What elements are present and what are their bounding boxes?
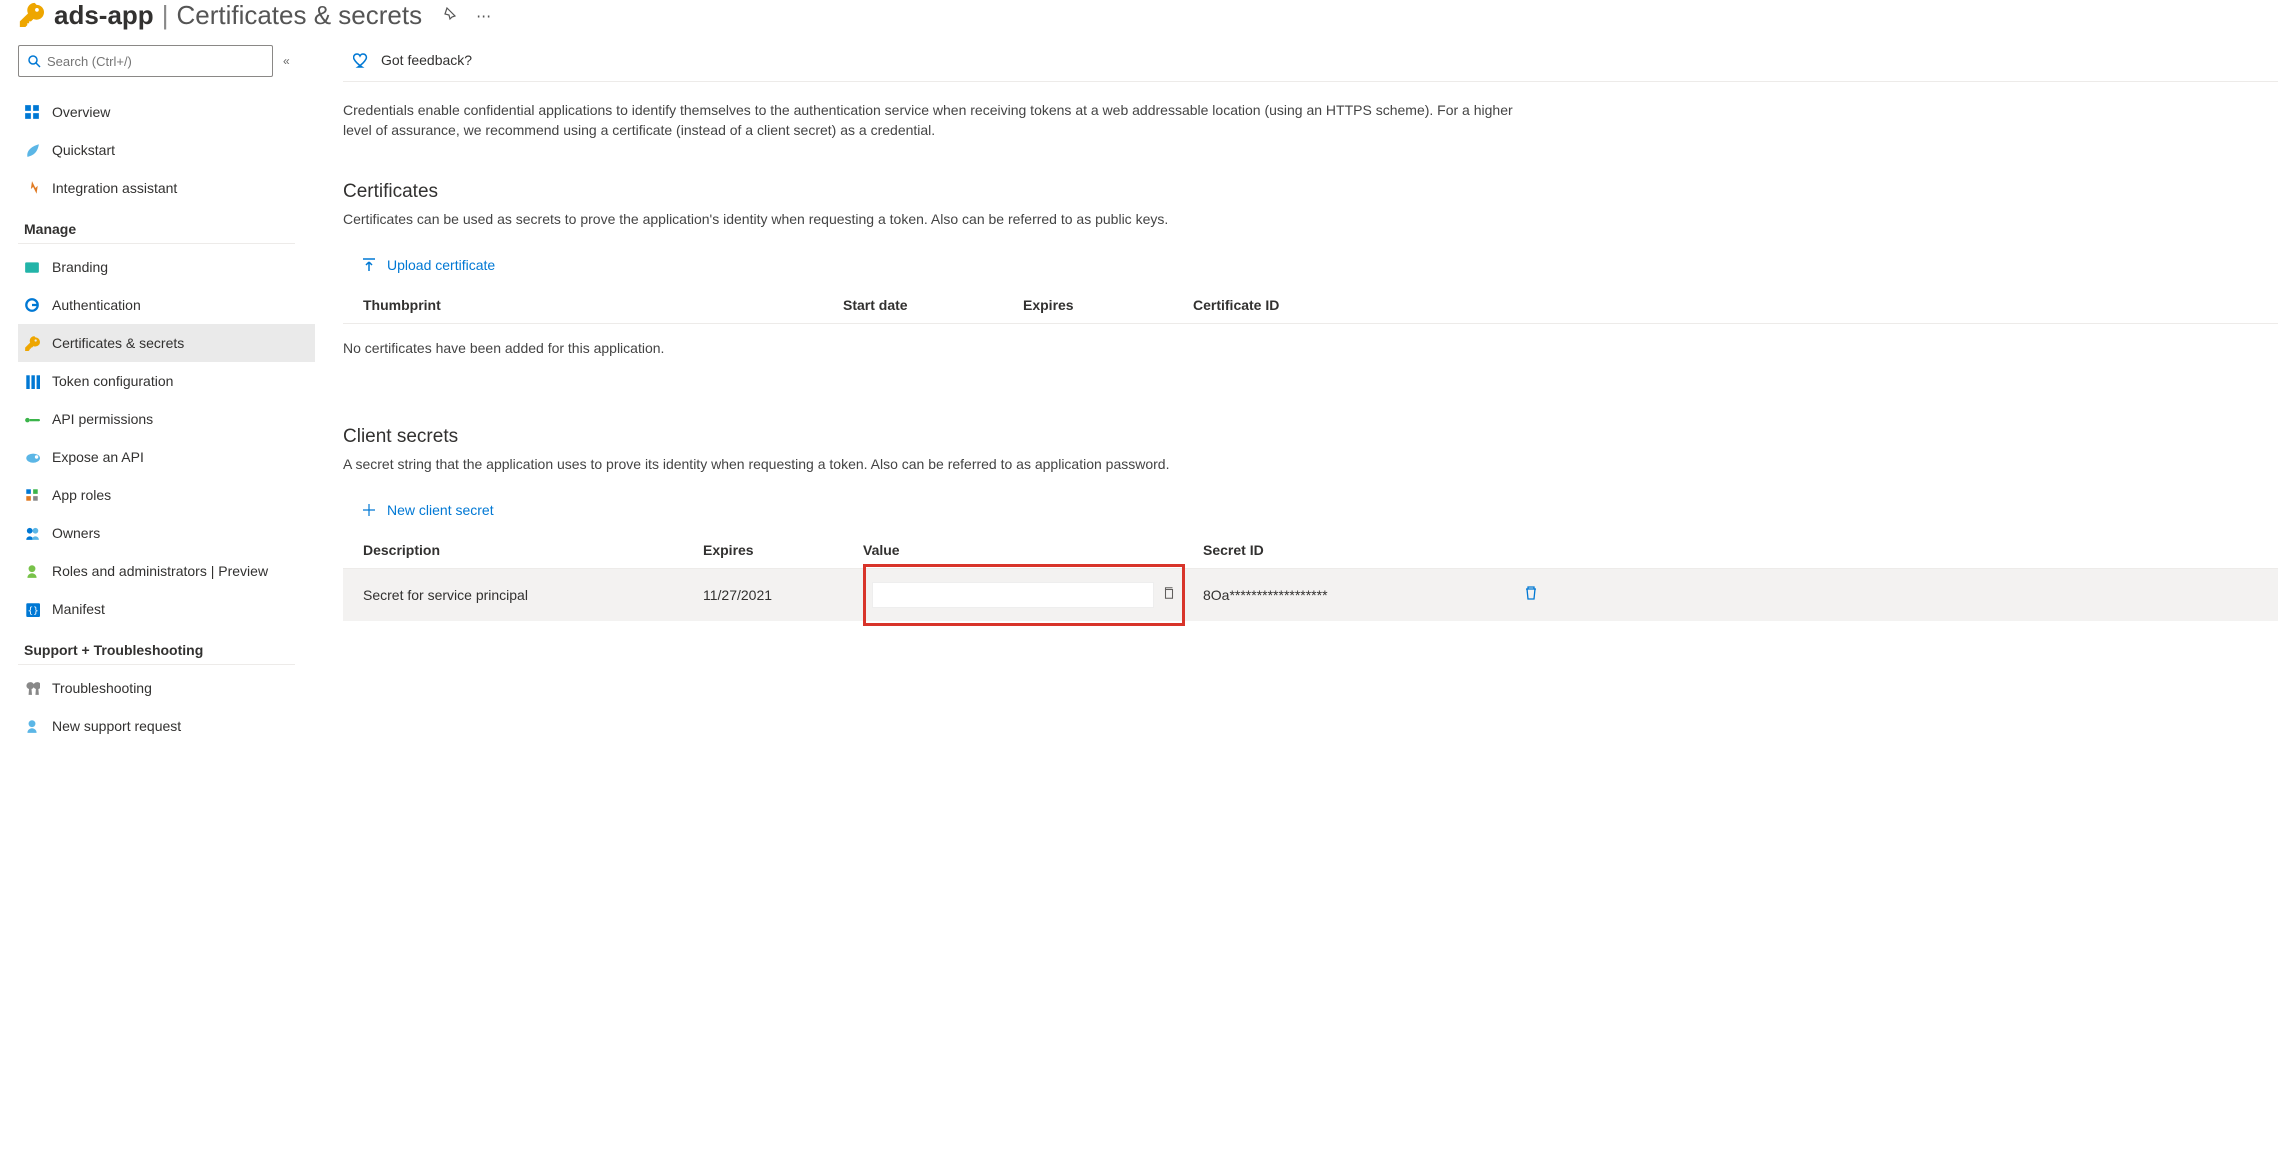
app-name: ads-app: [54, 0, 154, 31]
overview-icon: [24, 104, 40, 120]
pin-icon[interactable]: [442, 7, 456, 25]
sidebar-item-token-configuration[interactable]: Token configuration: [18, 362, 315, 400]
col-thumbprint: Thumbprint: [363, 297, 843, 313]
sidebar-item-authentication[interactable]: Authentication: [18, 286, 315, 324]
sidebar-item-label: Troubleshooting: [52, 680, 152, 696]
sidebar-item-integration-assistant[interactable]: Integration assistant: [18, 169, 315, 207]
roles-icon: [24, 563, 40, 579]
section-title-secrets: Client secrets: [343, 426, 2278, 448]
sidebar-item-certificates-secrets[interactable]: Certificates & secrets: [18, 324, 315, 362]
sidebar: « Overview Quickstart Integration assistan…: [0, 45, 315, 745]
sidebar-item-branding[interactable]: Branding: [18, 248, 315, 286]
col-expires: Expires: [1023, 297, 1193, 313]
sidebar-item-new-support-request[interactable]: New support request: [18, 707, 315, 745]
sidebar-item-api-permissions[interactable]: API permissions: [18, 400, 315, 438]
certificates-table: Thumbprint Start date Expires Certificat…: [343, 287, 2278, 324]
secrets-table: Description Expires Value Secret ID Secr…: [343, 532, 2278, 621]
troubleshoot-icon: [24, 680, 40, 696]
feedback-button[interactable]: Got feedback?: [343, 45, 2278, 82]
approles-icon: [24, 487, 40, 503]
sidebar-item-roles-and-administrators-preview[interactable]: Roles and administrators | Preview: [18, 552, 315, 590]
key-icon: [24, 335, 40, 351]
col-value: Value: [863, 542, 1203, 558]
sidebar-item-expose-an-api[interactable]: Expose an API: [18, 438, 315, 476]
sidebar-item-label: Authentication: [52, 297, 141, 313]
key-icon: [18, 1, 44, 30]
expose-icon: [24, 449, 40, 465]
col-description: Description: [363, 542, 703, 558]
token-icon: [24, 373, 40, 389]
collapse-sidebar-icon[interactable]: «: [283, 54, 290, 68]
manifest-icon: [24, 601, 40, 617]
sidebar-item-label: API permissions: [52, 411, 153, 427]
col-expires: Expires: [703, 542, 863, 558]
main-content: Got feedback? Credentials enable confide…: [315, 45, 2288, 745]
cell-description: Secret for service principal: [363, 587, 703, 603]
sidebar-item-label: Branding: [52, 259, 108, 275]
section-desc-certificates: Certificates can be used as secrets to p…: [343, 211, 2278, 227]
sidebar-heading-support: Support + Troubleshooting: [18, 628, 295, 665]
sidebar-item-label: New support request: [52, 718, 181, 734]
page-title: Certificates & secrets: [176, 0, 422, 31]
search-icon: [27, 54, 41, 68]
upload-certificate-button[interactable]: Upload certificate: [351, 251, 505, 279]
delete-secret-button[interactable]: [1523, 585, 1563, 604]
heart-icon: [353, 51, 371, 69]
sidebar-item-overview[interactable]: Overview: [18, 93, 315, 131]
table-row: Secret for service principal11/27/2021 8O…: [343, 569, 2278, 621]
section-title-certificates: Certificates: [343, 181, 2278, 203]
apiperm-icon: [24, 411, 40, 427]
support-icon: [24, 718, 40, 734]
upload-icon: [361, 257, 377, 273]
sidebar-heading-manage: Manage: [18, 207, 295, 244]
integration-icon: [24, 180, 40, 196]
auth-icon: [24, 297, 40, 313]
copy-value-button[interactable]: [1162, 586, 1176, 603]
sidebar-item-app-roles[interactable]: App roles: [18, 476, 315, 514]
page-header: ads-app | Certificates & secrets ⋯: [0, 0, 2288, 45]
col-secret-id: Secret ID: [1203, 542, 1523, 558]
sidebar-item-label: Roles and administrators | Preview: [52, 563, 268, 579]
sidebar-item-label: Quickstart: [52, 142, 115, 158]
cell-secret-id: 8Oa******************: [1203, 587, 1523, 603]
sidebar-item-label: Certificates & secrets: [52, 335, 184, 351]
new-client-secret-button[interactable]: New client secret: [351, 496, 504, 524]
cell-value-highlighted: [863, 564, 1185, 626]
search-input[interactable]: [47, 54, 264, 69]
col-start-date: Start date: [843, 297, 1023, 313]
sidebar-item-owners[interactable]: Owners: [18, 514, 315, 552]
sidebar-item-quickstart[interactable]: Quickstart: [18, 131, 315, 169]
sidebar-item-label: Expose an API: [52, 449, 144, 465]
sidebar-item-label: Integration assistant: [52, 180, 177, 196]
sidebar-item-label: App roles: [52, 487, 111, 503]
sidebar-item-label: Manifest: [52, 601, 105, 617]
sidebar-item-troubleshooting[interactable]: Troubleshooting: [18, 669, 315, 707]
secret-value-field[interactable]: [872, 582, 1154, 608]
col-certificate-id: Certificate ID: [1193, 297, 2278, 313]
certificates-empty: No certificates have been added for this…: [343, 324, 2278, 356]
section-desc-secrets: A secret string that the application use…: [343, 456, 2278, 472]
search-box[interactable]: [18, 45, 273, 77]
cell-expires: 11/27/2021: [703, 587, 863, 603]
sidebar-item-label: Owners: [52, 525, 100, 541]
sidebar-item-label: Token configuration: [52, 373, 173, 389]
plus-icon: [361, 502, 377, 518]
owners-icon: [24, 525, 40, 541]
more-icon[interactable]: ⋯: [476, 7, 491, 25]
intro-text: Credentials enable confidential applicat…: [343, 82, 1523, 141]
sidebar-item-label: Overview: [52, 104, 110, 120]
branding-icon: [24, 259, 40, 275]
sidebar-item-manifest[interactable]: Manifest: [18, 590, 315, 628]
quickstart-icon: [24, 142, 40, 158]
